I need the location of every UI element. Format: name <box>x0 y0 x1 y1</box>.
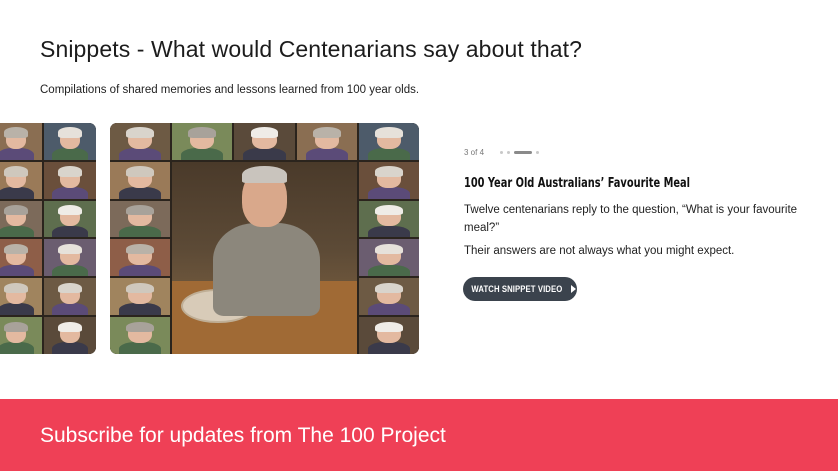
watch-snippet-video-button[interactable]: WATCH SNIPPET VIDEO <box>463 277 577 301</box>
collage-photo-tile <box>110 123 171 160</box>
collage-photo-tile <box>110 200 171 238</box>
collage-photo-tile <box>358 200 419 238</box>
collage-photo-tile <box>296 123 357 160</box>
current-collage <box>110 123 419 354</box>
collage-photo-tile <box>0 317 42 354</box>
collage-photo-tile <box>358 123 419 160</box>
prev-collage <box>0 123 96 354</box>
featured-centenarian-photo <box>172 161 357 354</box>
pager-dot-3[interactable] <box>514 151 533 154</box>
collage-photo-tile <box>0 200 42 238</box>
subscribe-banner[interactable]: Subscribe for updates from The 100 Proje… <box>0 399 838 471</box>
pager-dot-1[interactable] <box>500 151 504 154</box>
watch-button-label: WATCH SNIPPET VIDEO <box>471 284 562 294</box>
collage-photo-tile <box>172 123 233 160</box>
current-slide-thumbnail[interactable] <box>110 123 419 354</box>
collage-photo-tile <box>44 200 96 238</box>
collage-photo-tile <box>234 123 295 160</box>
collage-photo-tile <box>44 317 96 354</box>
slide-counter: 3 of 4 <box>464 148 485 157</box>
collage-photo-tile <box>0 123 42 160</box>
collage-photo-tile <box>110 239 171 277</box>
pager-dots <box>500 151 540 154</box>
snippet-note: Their answers are not always what you mi… <box>464 245 735 257</box>
previous-slide-thumbnail[interactable] <box>0 123 96 354</box>
subscribe-text[interactable]: Subscribe for updates from The 100 Proje… <box>40 424 446 448</box>
snippet-title: 100 Year Old Australians’ Favourite Meal <box>464 176 691 191</box>
collage-photo-tile <box>358 278 419 316</box>
page-subtitle: Compilations of shared memories and less… <box>40 84 420 96</box>
collage-photo-tile <box>44 161 96 199</box>
pager-dot-2[interactable] <box>507 151 511 154</box>
collage-photo-tile <box>110 317 171 354</box>
collage-photo-tile <box>0 278 42 316</box>
collage-photo-tile <box>358 239 419 277</box>
collage-photo-tile <box>358 161 419 199</box>
snippet-description: Twelve centenarians reply to the questio… <box>464 204 798 234</box>
collage-photo-tile <box>44 239 96 277</box>
collage-photo-tile <box>358 317 419 354</box>
play-icon <box>571 285 577 293</box>
pager-dot-4[interactable] <box>536 151 540 154</box>
collage-photo-tile <box>110 278 171 316</box>
snippets-carousel[interactable] <box>0 123 838 355</box>
collage-photo-tile <box>44 278 96 316</box>
slide-pager: 3 of 4 <box>464 148 540 157</box>
collage-photo-tile <box>44 123 96 160</box>
collage-photo-tile <box>0 161 42 199</box>
page-title: Snippets - What would Centenarians say a… <box>40 36 582 62</box>
collage-photo-tile <box>0 239 42 277</box>
collage-photo-tile <box>110 161 171 199</box>
